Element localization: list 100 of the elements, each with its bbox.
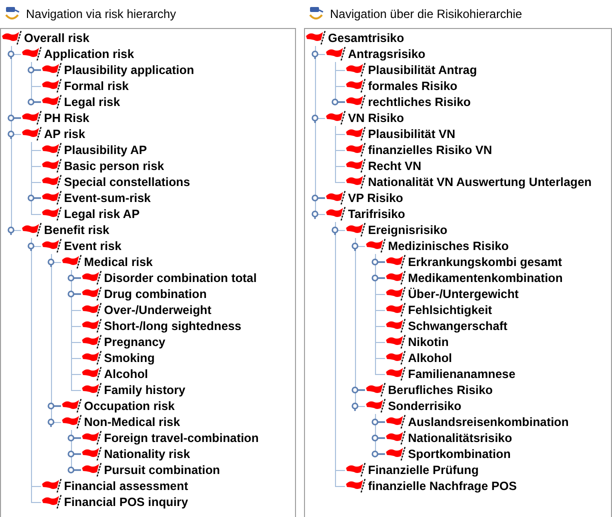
tree-item[interactable]: Über-/Untergewicht bbox=[408, 287, 519, 301]
tree-item[interactable]: Nationality risk bbox=[104, 447, 190, 461]
tree-item[interactable]: Nikotin bbox=[408, 335, 449, 349]
collapsed-handle-icon[interactable] bbox=[66, 449, 81, 459]
tree-item[interactable]: Smoking bbox=[104, 351, 155, 365]
flag-icon bbox=[345, 478, 367, 494]
tree-item[interactable]: Berufliches Risiko bbox=[388, 383, 493, 397]
flag-icon bbox=[81, 366, 103, 382]
collapsed-handle-icon[interactable] bbox=[330, 97, 345, 107]
tree-item[interactable]: Over-/Underweight bbox=[104, 303, 212, 317]
tree-item[interactable]: PH Risk bbox=[44, 111, 90, 125]
tree-item[interactable]: Nationalitätsrisiko bbox=[408, 431, 512, 445]
collapsed-handle-icon[interactable] bbox=[66, 433, 81, 443]
tree-item[interactable]: Fehlsichtigkeit bbox=[408, 303, 492, 317]
tree-item[interactable]: finanzielles Risiko VN bbox=[368, 143, 492, 157]
tree-item[interactable]: VN Risiko bbox=[348, 111, 404, 125]
collapsed-handle-icon[interactable] bbox=[6, 113, 21, 123]
tree-item[interactable]: Foreign travel-combination bbox=[104, 431, 259, 445]
flag-icon bbox=[81, 270, 103, 286]
tree-item[interactable]: Pursuit combination bbox=[104, 463, 220, 477]
tree-item[interactable]: Event-sum-risk bbox=[64, 191, 151, 205]
flag-icon bbox=[81, 286, 103, 302]
tree-item[interactable]: Finanzielle Prüfung bbox=[368, 463, 479, 477]
tree-item[interactable]: Sportkombination bbox=[408, 447, 511, 461]
tree-item[interactable]: Alcohol bbox=[104, 367, 148, 381]
tree-item[interactable]: Special constellations bbox=[64, 175, 190, 189]
tree-item[interactable]: Financial assessment bbox=[64, 479, 188, 493]
tree-item[interactable]: Occupation risk bbox=[84, 399, 175, 413]
tree-item[interactable]: Plausibility application bbox=[64, 63, 194, 77]
tree-item[interactable]: Antragsrisiko bbox=[348, 47, 426, 61]
collapsed-handle-icon[interactable] bbox=[66, 465, 81, 475]
collapsed-handle-icon[interactable] bbox=[46, 401, 61, 411]
tree-item[interactable]: Medical risk bbox=[84, 255, 153, 269]
collapsed-handle-icon[interactable] bbox=[370, 433, 385, 443]
flag-icon bbox=[41, 62, 63, 78]
tree-item[interactable]: Legal risk AP bbox=[64, 207, 140, 221]
tree-item[interactable]: Financial POS inquiry bbox=[64, 495, 188, 509]
flag-icon bbox=[385, 350, 407, 366]
tree-item[interactable]: Schwangerschaft bbox=[408, 319, 508, 333]
collapsed-handle-icon[interactable] bbox=[26, 65, 41, 75]
tree-item[interactable]: Non-Medical risk bbox=[84, 415, 180, 429]
flag-icon bbox=[385, 270, 407, 286]
tree-item[interactable]: Event risk bbox=[64, 239, 122, 253]
tree-item[interactable]: Basic person risk bbox=[64, 159, 164, 173]
tree-item[interactable]: Sonderrisiko bbox=[388, 399, 462, 413]
tree-item[interactable]: Auslandsreisenkombination bbox=[408, 415, 569, 429]
tree-item[interactable]: Tarifrisiko bbox=[348, 207, 406, 221]
flag-icon bbox=[325, 46, 347, 62]
tree-item[interactable]: Recht VN bbox=[368, 159, 422, 173]
collapsed-handle-icon[interactable] bbox=[370, 417, 385, 427]
tree-item[interactable]: Plausibilität Antrag bbox=[368, 63, 477, 77]
flag-icon bbox=[345, 174, 367, 190]
collapsed-handle-icon[interactable] bbox=[370, 449, 385, 459]
collapsed-handle-icon[interactable] bbox=[26, 193, 41, 203]
tree-item[interactable]: Nationalität VN Auswertung Unterlagen bbox=[368, 175, 592, 189]
tree-item[interactable]: Medikamentenkombination bbox=[408, 271, 563, 285]
collapsed-handle-icon[interactable] bbox=[370, 257, 385, 267]
tree-item[interactable]: Pregnancy bbox=[104, 335, 166, 349]
tree-item[interactable]: Erkrankungskombi gesamt bbox=[408, 255, 562, 269]
tree-item[interactable]: formales Risiko bbox=[368, 79, 458, 93]
tree-item[interactable]: Legal risk bbox=[64, 95, 120, 109]
tree-item[interactable]: Ereignisrisiko bbox=[368, 223, 448, 237]
tree-item[interactable]: Family history bbox=[104, 383, 186, 397]
tree-item[interactable]: Overall risk bbox=[24, 31, 90, 45]
flag-icon bbox=[325, 206, 347, 222]
tree-item[interactable]: Gesamtrisiko bbox=[328, 31, 404, 45]
tree-item[interactable]: Drug combination bbox=[104, 287, 207, 301]
collapsed-handle-icon[interactable] bbox=[310, 193, 325, 203]
tree-item[interactable]: Familienanamnese bbox=[408, 367, 516, 381]
app-logo-icon bbox=[4, 6, 20, 22]
flag-icon bbox=[81, 334, 103, 350]
tree-item[interactable]: Medizinisches Risiko bbox=[388, 239, 509, 253]
collapsed-handle-icon[interactable] bbox=[66, 273, 81, 283]
flag-icon bbox=[41, 78, 63, 94]
tree-item[interactable]: Alkohol bbox=[408, 351, 452, 365]
flag-icon bbox=[61, 398, 83, 414]
flag-icon bbox=[81, 382, 103, 398]
collapsed-handle-icon[interactable] bbox=[26, 97, 41, 107]
tree-item[interactable]: Application risk bbox=[44, 47, 134, 61]
tree-item[interactable]: Formal risk bbox=[64, 79, 129, 93]
flag-icon bbox=[41, 190, 63, 206]
tree-item[interactable]: Plausibilität VN bbox=[368, 127, 456, 141]
tree-item[interactable]: Benefit risk bbox=[44, 223, 110, 237]
flag-icon bbox=[345, 94, 367, 110]
tree-item[interactable]: Short-/long sightedness bbox=[104, 319, 242, 333]
collapsed-handle-icon[interactable] bbox=[370, 273, 385, 283]
flag-icon bbox=[81, 350, 103, 366]
flag-icon bbox=[385, 334, 407, 350]
tree-item[interactable]: Disorder combination total bbox=[104, 271, 257, 285]
tree-item[interactable]: finanzielle Nachfrage POS bbox=[368, 479, 517, 493]
tree-item[interactable]: VP Risiko bbox=[348, 191, 404, 205]
panel-title: Navigation via risk hierarchy bbox=[26, 7, 176, 21]
flag-icon bbox=[345, 126, 367, 142]
tree-item[interactable]: rechtliches Risiko bbox=[368, 95, 471, 109]
collapsed-handle-icon[interactable] bbox=[350, 385, 365, 395]
tree-item[interactable]: Plausibility AP bbox=[64, 143, 147, 157]
tree-item[interactable]: AP risk bbox=[44, 127, 86, 141]
flag-icon bbox=[345, 78, 367, 94]
flag-icon bbox=[385, 286, 407, 302]
collapsed-handle-icon[interactable] bbox=[66, 289, 81, 299]
